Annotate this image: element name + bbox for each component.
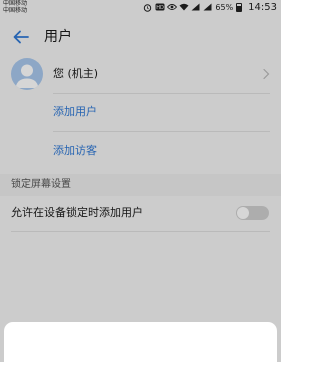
bottom-sheet bbox=[4, 322, 277, 382]
dim-overlay[interactable] bbox=[0, 0, 281, 362]
